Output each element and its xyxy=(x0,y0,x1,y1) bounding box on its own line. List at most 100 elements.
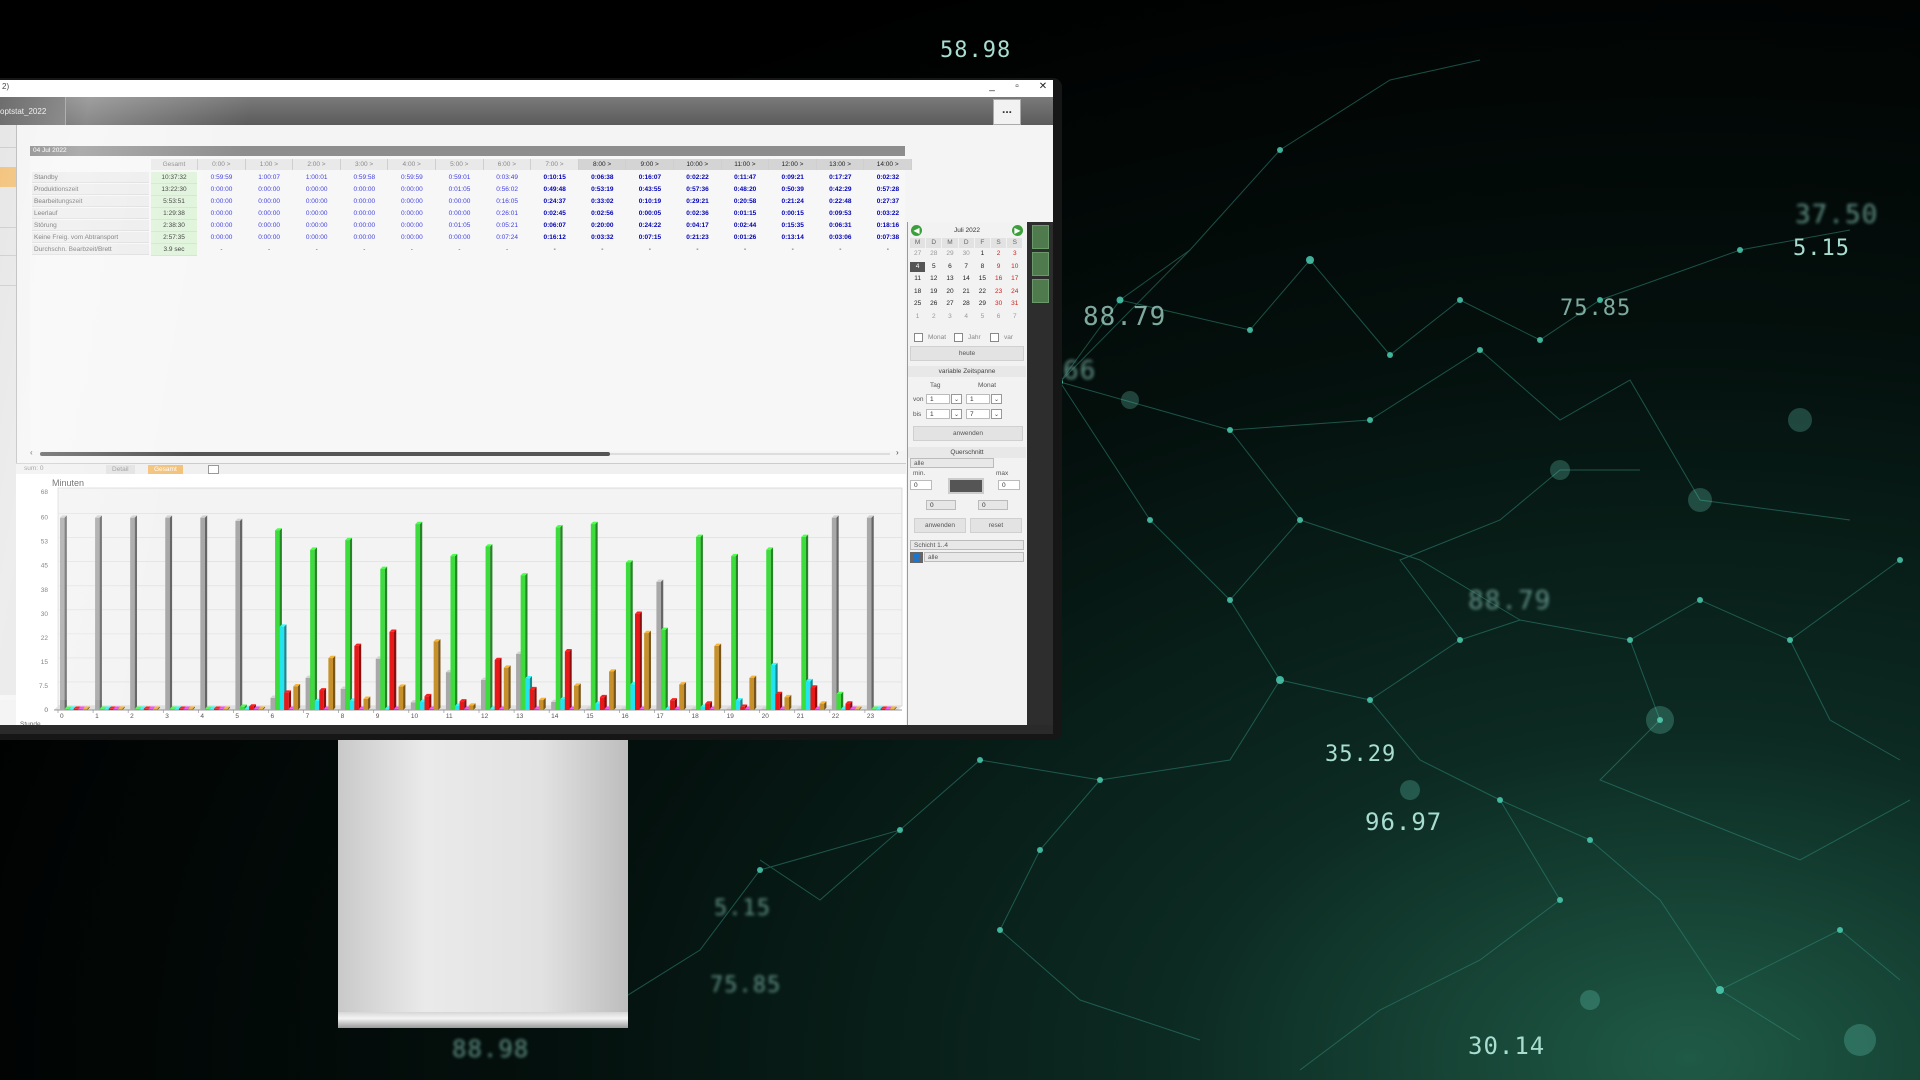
detail-button[interactable]: Detail xyxy=(106,465,135,474)
calendar-day[interactable]: 17 xyxy=(1007,274,1022,284)
minimize-button[interactable]: _ xyxy=(985,81,999,92)
calendar-day[interactable]: 7 xyxy=(1007,312,1022,322)
von-monat-input[interactable]: 1 xyxy=(966,394,990,404)
calendar-day[interactable]: 30 xyxy=(959,249,974,259)
left-nav-item[interactable] xyxy=(0,265,16,286)
export-icon[interactable] xyxy=(208,465,219,474)
von-tag-input[interactable]: 1 xyxy=(926,394,950,404)
hour-column-header[interactable]: 13:00 > xyxy=(816,159,865,170)
apply-querschnitt-button[interactable]: anwenden xyxy=(914,518,966,533)
calendar-day[interactable]: 26 xyxy=(926,299,941,309)
export-excel-icon[interactable] xyxy=(1032,279,1049,303)
hour-column-header[interactable]: 8:00 > xyxy=(578,159,627,170)
calendar-day[interactable]: 9 xyxy=(991,262,1006,272)
calendar-day[interactable]: 24 xyxy=(1007,287,1022,297)
calendar-day[interactable]: 13 xyxy=(942,274,957,284)
calendar-day[interactable]: 28 xyxy=(959,299,974,309)
hour-column-header[interactable]: 6:00 > xyxy=(483,159,532,170)
hour-column-header[interactable]: 3:00 > xyxy=(340,159,389,170)
calendar-day[interactable]: 2 xyxy=(991,249,1006,259)
calendar-day[interactable]: 3 xyxy=(942,312,957,322)
hour-column-header[interactable]: 1:00 > xyxy=(245,159,294,170)
calendar-day[interactable]: 19 xyxy=(926,287,941,297)
left-nav-item[interactable] xyxy=(0,207,16,228)
reset-button[interactable]: reset xyxy=(970,518,1022,533)
more-button[interactable]: ... xyxy=(993,99,1021,125)
hour-column-header[interactable]: 11:00 > xyxy=(721,159,770,170)
maximize-button[interactable]: ▫ xyxy=(1010,81,1024,92)
calendar-day[interactable]: 29 xyxy=(942,249,957,259)
scroll-right-icon[interactable]: › xyxy=(896,448,899,457)
apply-span-button[interactable]: anwenden xyxy=(913,426,1023,441)
calendar-day[interactable]: 16 xyxy=(991,274,1006,284)
close-button[interactable]: ✕ xyxy=(1036,81,1050,92)
calendar-day[interactable]: 5 xyxy=(926,262,941,272)
hour-column-header[interactable]: 5:00 > xyxy=(436,159,484,170)
calendar-day[interactable]: 1 xyxy=(910,312,925,322)
calendar-day[interactable]: 3 xyxy=(1007,249,1022,259)
bis-tag-input[interactable]: 1 xyxy=(926,409,950,419)
hour-column-header[interactable]: 4:00 > xyxy=(388,159,436,170)
calendar-day[interactable]: 28 xyxy=(926,249,941,259)
calendar-day[interactable]: 4 xyxy=(910,261,926,272)
calendar-day[interactable]: 25 xyxy=(910,299,925,309)
calendar-day[interactable]: 27 xyxy=(942,299,957,309)
left-nav-item[interactable] xyxy=(0,235,16,256)
calendar-day[interactable]: 6 xyxy=(942,262,957,272)
range-slider[interactable] xyxy=(948,478,984,494)
bis-tag-dropdown-icon[interactable]: ⌄ xyxy=(951,409,962,419)
y-tick-label: 7.5 xyxy=(39,683,48,690)
calendar-day[interactable]: 18 xyxy=(910,287,925,297)
von-tag-dropdown-icon[interactable]: ⌄ xyxy=(951,394,962,404)
hour-column-header[interactable]: 9:00 > xyxy=(626,159,674,170)
calendar-day[interactable]: 1 xyxy=(975,249,990,259)
hour-column-header[interactable]: 2:00 > xyxy=(293,159,341,170)
querschnitt-select[interactable]: alle xyxy=(910,458,994,468)
user-select[interactable]: alle xyxy=(924,552,1024,562)
calendar-day[interactable]: 4 xyxy=(959,312,974,322)
calendar-day[interactable]: 27 xyxy=(910,249,925,259)
calendar-day[interactable]: 20 xyxy=(942,287,957,297)
hour-column-header[interactable]: 14:00 > xyxy=(864,159,912,170)
bis-monat-dropdown-icon[interactable]: ⌄ xyxy=(991,409,1002,419)
calendar-day[interactable]: 12 xyxy=(926,274,941,284)
calendar-day[interactable]: 21 xyxy=(959,287,974,297)
next-month-icon[interactable]: ▶ xyxy=(1012,225,1023,236)
min-input[interactable]: 0 xyxy=(910,480,932,490)
left-nav-item[interactable] xyxy=(0,127,16,148)
scroll-thumb[interactable] xyxy=(40,452,610,456)
hour-column-header[interactable]: 12:00 > xyxy=(769,159,817,170)
calendar-day[interactable]: 8 xyxy=(975,262,990,272)
scroll-left-icon[interactable]: ‹ xyxy=(30,448,33,457)
left-nav-item-active[interactable] xyxy=(0,167,16,187)
jahr-checkbox[interactable]: Jahr xyxy=(954,333,981,342)
monat-checkbox[interactable]: Monat xyxy=(914,333,946,342)
calendar-day[interactable]: 29 xyxy=(975,299,990,309)
hour-column-header[interactable]: 7:00 > xyxy=(531,159,579,170)
hour-column-header[interactable]: 10:00 > xyxy=(674,159,722,170)
calendar-day[interactable]: 14 xyxy=(959,274,974,284)
today-button[interactable]: heute xyxy=(910,346,1024,361)
max-input[interactable]: 0 xyxy=(998,480,1020,490)
shift-select[interactable]: Schicht 1..4 xyxy=(910,540,1024,550)
hour-column-header[interactable]: 0:00 > xyxy=(198,159,246,170)
calendar-day[interactable]: 2 xyxy=(926,312,941,322)
calendar-day[interactable]: 30 xyxy=(991,299,1006,309)
von-monat-dropdown-icon[interactable]: ⌄ xyxy=(991,394,1002,404)
gesamt-button[interactable]: Gesamt xyxy=(148,465,183,474)
calendar-day[interactable]: 11 xyxy=(910,274,925,284)
calendar-day[interactable]: 31 xyxy=(1007,299,1022,309)
calendar-day[interactable]: 22 xyxy=(975,287,990,297)
calendar-day[interactable]: 7 xyxy=(959,262,974,272)
refresh-icon[interactable] xyxy=(1032,225,1049,249)
file-tab[interactable]: optstat_2022 xyxy=(0,97,66,125)
bis-monat-input[interactable]: 7 xyxy=(966,409,990,419)
calendar-day[interactable]: 23 xyxy=(991,287,1006,297)
print-icon[interactable] xyxy=(1032,252,1049,276)
calendar-day[interactable]: 6 xyxy=(991,312,1006,322)
calendar-day[interactable]: 15 xyxy=(975,274,990,284)
var-checkbox[interactable]: var xyxy=(990,333,1013,342)
calendar-day[interactable]: 5 xyxy=(975,312,990,322)
table-scrollbar[interactable]: ‹ › xyxy=(30,448,905,458)
calendar-day[interactable]: 10 xyxy=(1007,262,1022,272)
